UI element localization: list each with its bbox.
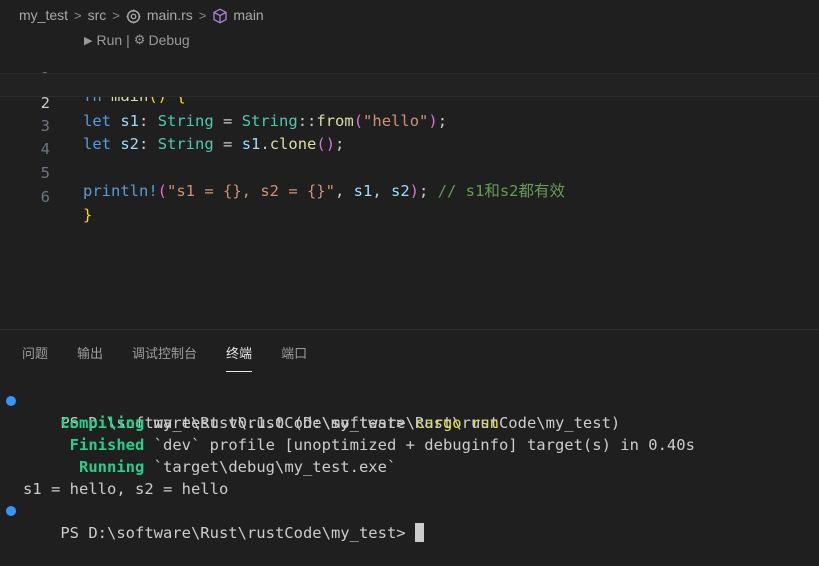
running-text: `target\debug\my_test.exe` bbox=[153, 458, 397, 476]
codelens-debug[interactable]: Debug bbox=[148, 32, 189, 48]
tab-debug-console[interactable]: 调试控制台 bbox=[132, 341, 197, 364]
breadcrumb-file-main-rs[interactable]: main.rs bbox=[147, 7, 193, 23]
play-icon[interactable]: ▶ bbox=[84, 34, 92, 47]
breadcrumb-folder-my-test[interactable]: my_test bbox=[19, 7, 68, 23]
cube-icon bbox=[212, 8, 228, 24]
code-line[interactable]: 4 bbox=[0, 120, 819, 158]
finished-text: `dev` profile [unoptimized + debuginfo] … bbox=[153, 436, 695, 454]
breadcrumb-symbol-main[interactable]: main bbox=[233, 7, 263, 23]
code-text[interactable]: } bbox=[83, 204, 92, 228]
terminal[interactable]: PS D:\software\Rust\rustCode\my_test> ca… bbox=[0, 390, 819, 542]
tab-problems[interactable]: 问题 bbox=[22, 341, 48, 364]
tab-terminal[interactable]: 终端 bbox=[226, 341, 253, 372]
code-line[interactable]: 5 println!("s1 = {}, s2 = {}", s1, s2); … bbox=[0, 144, 819, 200]
program-output: s1 = hello, s2 = hello bbox=[23, 480, 229, 498]
rust-file-icon bbox=[126, 8, 141, 24]
line-number: 6 bbox=[40, 187, 50, 206]
command-status-icon[interactable] bbox=[6, 396, 16, 406]
terminal-cursor bbox=[414, 523, 424, 542]
terminal-line: s1 = hello, s2 = hello bbox=[0, 478, 819, 500]
code-line[interactable]: 3 let s2: String = s1.clone(); bbox=[0, 97, 819, 153]
terminal-line: PS D:\software\Rust\rustCode\my_test> ca… bbox=[0, 390, 819, 432]
codelens-run[interactable]: Run bbox=[96, 32, 122, 48]
tab-output[interactable]: 输出 bbox=[77, 341, 103, 364]
tab-ports[interactable]: 端口 bbox=[281, 341, 307, 364]
code-editor[interactable]: 1 fn main() { 2 let s1: String = String:… bbox=[0, 49, 819, 224]
terminal-line: Running `target\debug\my_test.exe` bbox=[0, 456, 819, 478]
codelens: ▶ Run | ⚙ Debug bbox=[84, 30, 190, 50]
compiling-text: my_test v0.1.0 (D:\software\Rust\rustCod… bbox=[153, 414, 621, 432]
terminal-line: PS D:\software\Rust\rustCode\my_test> bbox=[0, 500, 819, 542]
code-line-active[interactable]: 2 let s1: String = String::from("hello")… bbox=[0, 72, 819, 130]
running-label: Running bbox=[79, 458, 145, 476]
command-status-icon[interactable] bbox=[6, 506, 16, 516]
gear-icon[interactable]: ⚙ bbox=[134, 32, 146, 48]
terminal-line: Finished `dev` profile [unoptimized + de… bbox=[0, 434, 819, 456]
breadcrumb-folder-src[interactable]: src bbox=[88, 7, 107, 23]
finished-label: Finished bbox=[69, 436, 145, 454]
code-line[interactable]: 1 fn main() { bbox=[0, 49, 819, 105]
terminal-prompt: PS D:\software\Rust\rustCode\my_test> bbox=[60, 524, 406, 542]
breadcrumb-separator: > bbox=[74, 7, 82, 23]
breadcrumb: my_test > src > main.rs > main bbox=[0, 0, 819, 30]
code-line[interactable]: 6 } bbox=[0, 168, 819, 224]
compiling-label: Compiling bbox=[60, 414, 145, 432]
terminal-line: Compiling my_test v0.1.0 (D:\software\Ru… bbox=[0, 412, 819, 434]
breadcrumb-separator: > bbox=[198, 7, 207, 23]
panel-tabs: 问题 输出 调试控制台 终端 端口 bbox=[0, 330, 819, 374]
codelens-separator: | bbox=[126, 32, 130, 48]
breadcrumb-separator: > bbox=[112, 7, 120, 23]
